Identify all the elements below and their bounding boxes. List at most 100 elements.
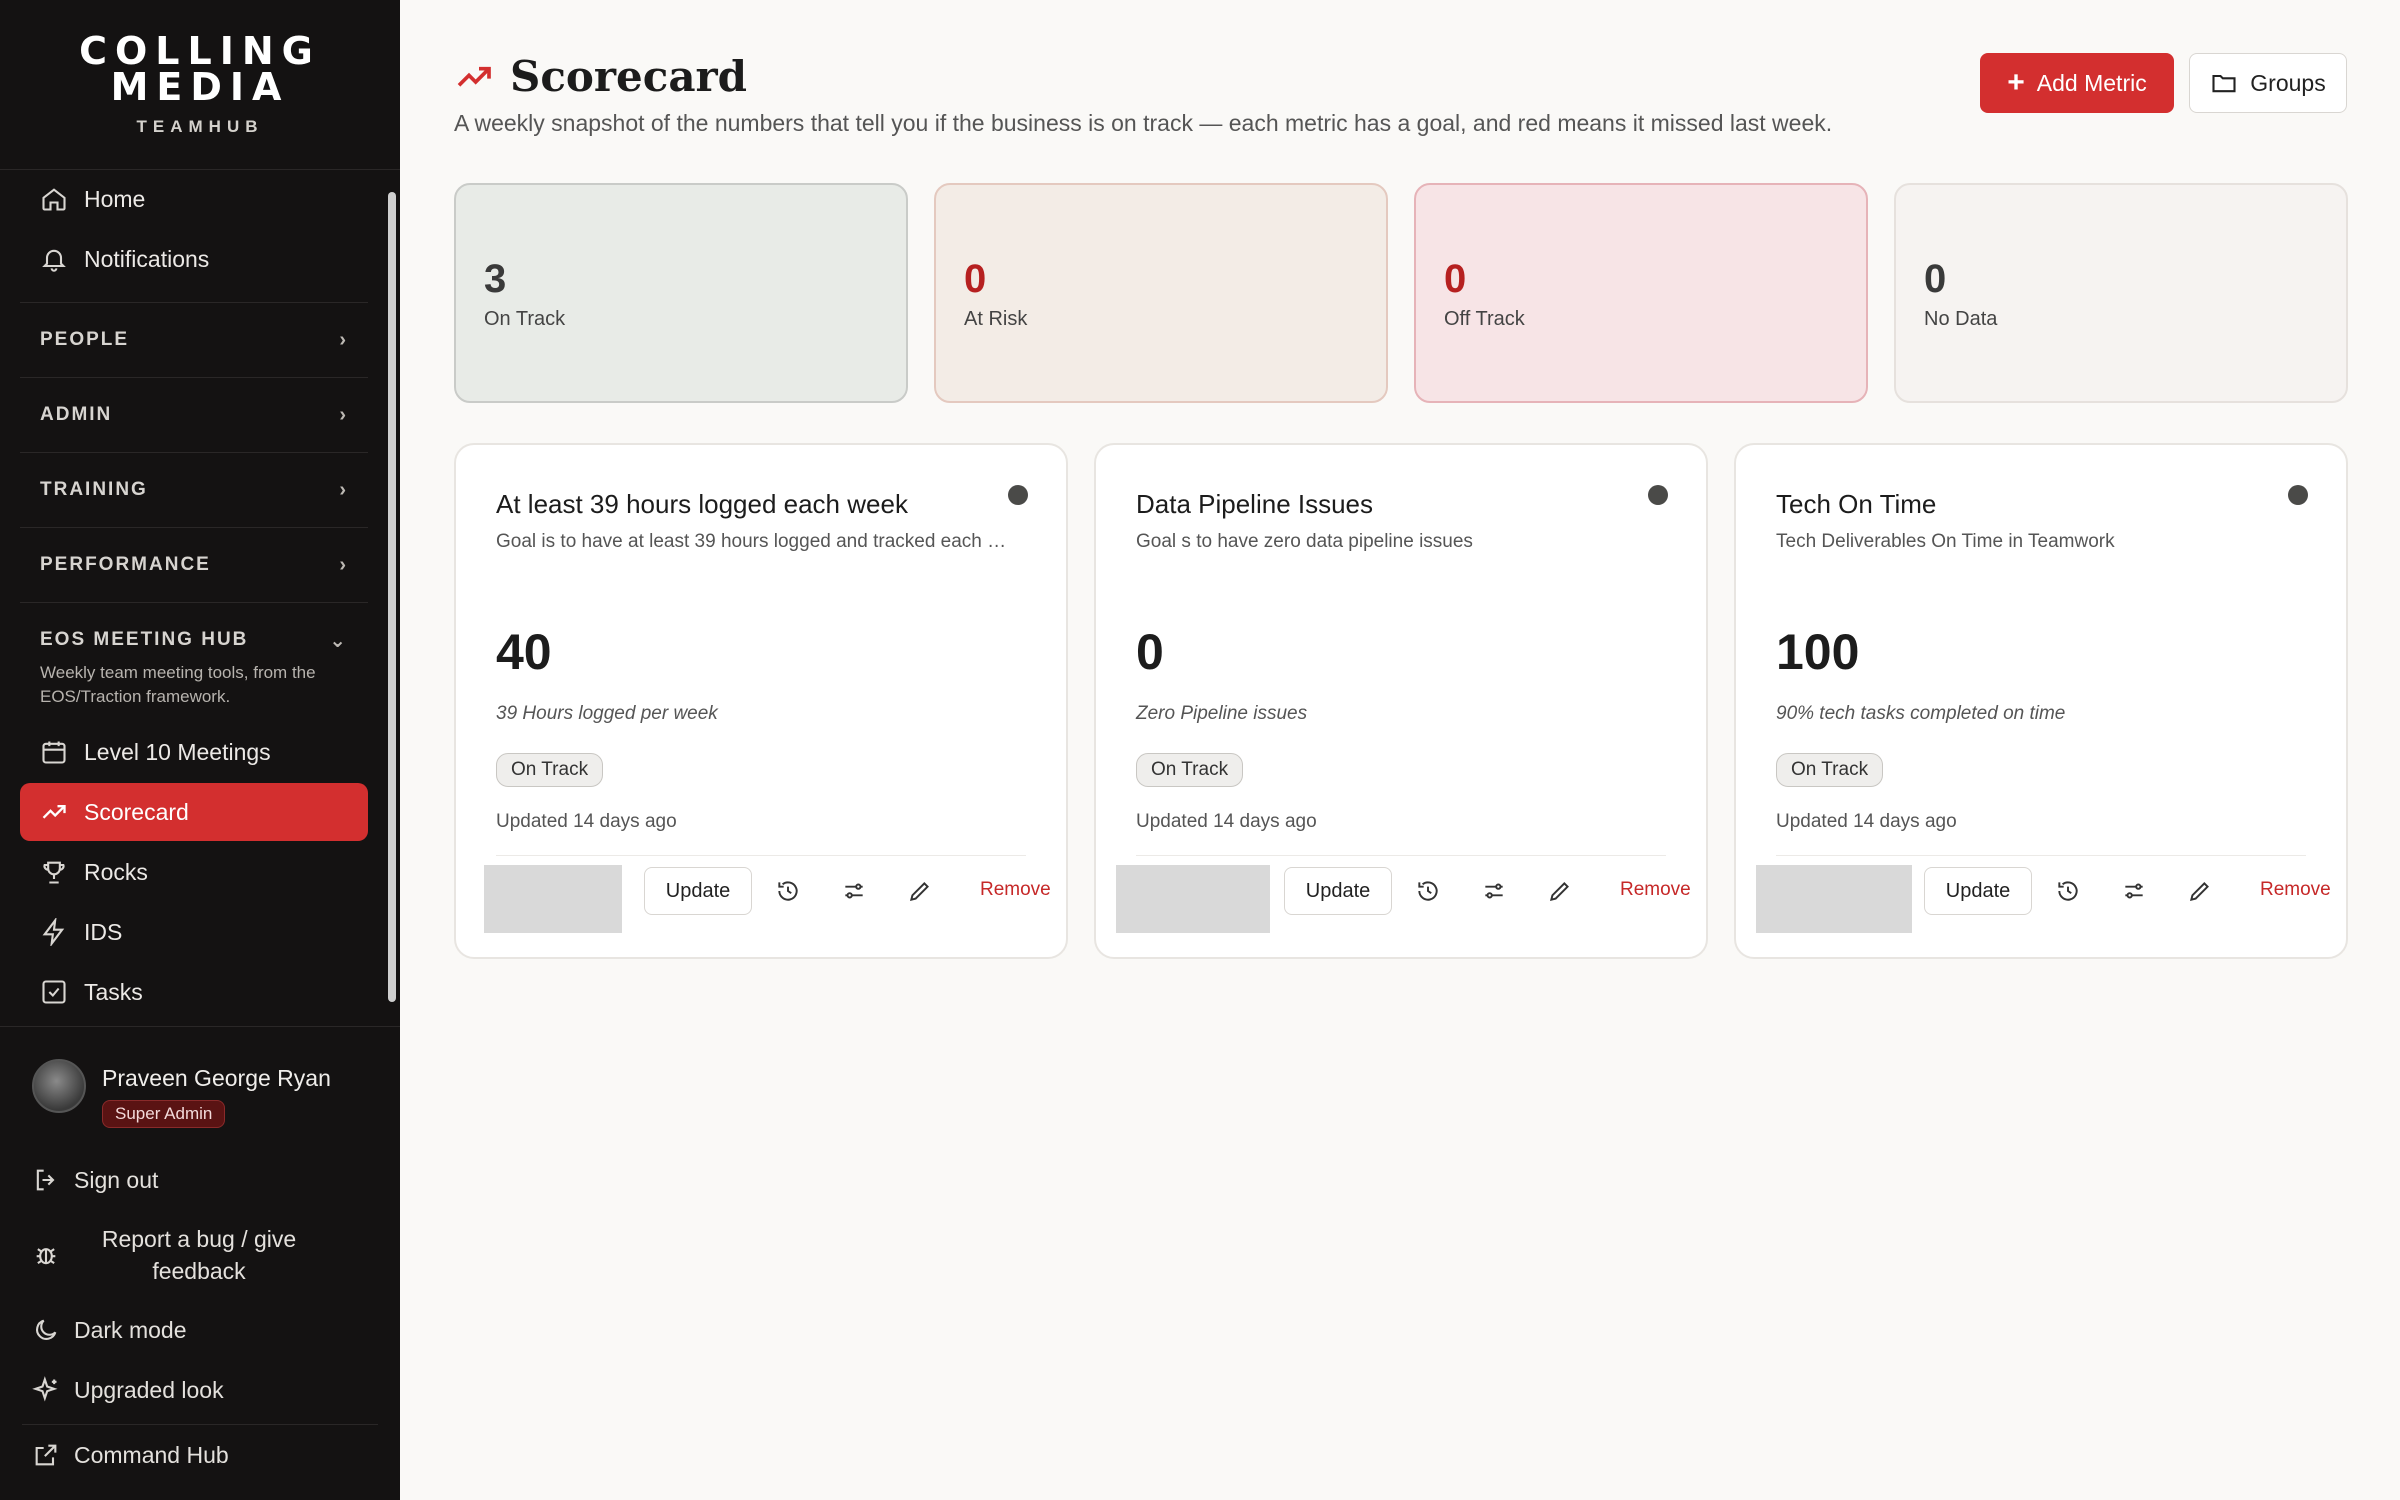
stat-card-no-data[interactable]: 0 No Data xyxy=(1894,183,2348,403)
section-label: ADMIN xyxy=(40,404,113,425)
sidebar-nav: Home Notifications PEOPLE › ADMIN › TRAI… xyxy=(20,170,368,1023)
history-icon[interactable] xyxy=(774,877,802,905)
metric-goal: Zero Pipeline issues xyxy=(1136,703,1308,724)
remove-button[interactable]: Remove xyxy=(980,879,1051,901)
status-dot xyxy=(2288,485,2308,505)
groups-label: Groups xyxy=(2250,69,2326,96)
sidebar-item-notifications[interactable]: Notifications xyxy=(20,230,368,288)
settings-sliders-icon[interactable] xyxy=(2120,877,2148,905)
trend-up-icon xyxy=(454,57,494,97)
stat-label: At Risk xyxy=(964,308,1028,330)
command-hub-link[interactable]: Command Hub xyxy=(0,1425,400,1485)
edit-pencil-icon[interactable] xyxy=(906,877,934,905)
footer-item-label: Report a bug / give feedback xyxy=(101,1226,297,1284)
status-dot xyxy=(1008,485,1028,505)
metric-card: At least 39 hours logged each week Goal … xyxy=(454,443,1068,959)
update-button[interactable]: Update xyxy=(644,867,752,915)
sidebar-item-rocks[interactable]: Rocks xyxy=(20,843,368,901)
chevron-right-icon: › xyxy=(339,478,348,501)
settings-sliders-icon[interactable] xyxy=(840,877,868,905)
sidebar-section-training[interactable]: TRAINING › xyxy=(20,452,368,527)
logo-subtitle: TEAMHUB xyxy=(136,116,264,136)
section-label: PEOPLE xyxy=(40,329,130,350)
metric-updated: Updated 14 days ago xyxy=(1776,811,1957,832)
status-dot xyxy=(1648,485,1668,505)
metric-title: Tech On Time xyxy=(1776,489,1937,519)
stat-card-off-track[interactable]: 0 Off Track xyxy=(1414,183,1868,403)
stat-label: No Data xyxy=(1924,308,1998,330)
stat-value: 3 xyxy=(484,257,507,301)
metric-value: 100 xyxy=(1776,624,1860,680)
sidebar-item-label: Scorecard xyxy=(84,798,189,825)
sign-out-button[interactable]: Sign out xyxy=(0,1150,400,1210)
sparkline-placeholder xyxy=(484,865,622,933)
sidebar-item-ids[interactable]: IDS xyxy=(20,903,368,961)
sparkle-icon xyxy=(32,1376,60,1404)
sidebar-item-home[interactable]: Home xyxy=(20,170,368,228)
user-name: Praveen George Ryan xyxy=(102,1065,331,1091)
footer-item-label: Upgraded look xyxy=(74,1376,224,1403)
metric-description: Tech Deliverables On Time in Teamwork xyxy=(1776,531,2115,552)
divider xyxy=(1136,855,1666,856)
user-area: Praveen George Ryan Super Admin Sign out… xyxy=(0,1026,400,1485)
status-badge: On Track xyxy=(1136,753,1244,787)
user-profile[interactable]: Praveen George Ryan Super Admin xyxy=(0,1027,400,1128)
footer-item-label: Dark mode xyxy=(74,1316,187,1343)
avatar xyxy=(32,1059,86,1113)
stat-value: 0 xyxy=(964,257,987,301)
history-icon[interactable] xyxy=(1414,877,1442,905)
main-content: Scorecard A weekly snapshot of the numbe… xyxy=(400,0,2400,1500)
section-description: Weekly team meeting tools, from the EOS/… xyxy=(40,663,316,706)
edit-pencil-icon[interactable] xyxy=(1546,877,1574,905)
chevron-down-icon: ⌄ xyxy=(329,629,348,652)
chevron-right-icon: › xyxy=(339,328,348,351)
brand-logo[interactable]: COLLING MEDIA TEAMHUB xyxy=(0,0,400,170)
calendar-icon xyxy=(40,738,68,766)
metric-title: Data Pipeline Issues xyxy=(1136,489,1374,519)
remove-button[interactable]: Remove xyxy=(2260,879,2331,901)
divider xyxy=(496,855,1026,856)
stat-card-on-track[interactable]: 3 On Track xyxy=(454,183,908,403)
metric-goal: 39 Hours logged per week xyxy=(496,703,718,724)
update-button[interactable]: Update xyxy=(1284,867,1392,915)
metric-goal: 90% tech tasks completed on time xyxy=(1776,703,2066,724)
sidebar-item-tasks[interactable]: Tasks xyxy=(20,963,368,1021)
stat-card-at-risk[interactable]: 0 At Risk xyxy=(934,183,1388,403)
sidebar-section-admin[interactable]: ADMIN › xyxy=(20,377,368,452)
groups-button[interactable]: Groups xyxy=(2189,53,2347,113)
sidebar: COLLING MEDIA TEAMHUB Home Notifications… xyxy=(0,0,400,1500)
stat-label: Off Track xyxy=(1444,308,1525,330)
section-label: EOS MEETING HUB xyxy=(40,629,249,650)
sidebar-section-people[interactable]: PEOPLE › xyxy=(20,302,368,377)
metric-card: Data Pipeline Issues Goal s to have zero… xyxy=(1094,443,1708,959)
role-badge: Super Admin xyxy=(102,1100,226,1128)
update-button[interactable]: Update xyxy=(1924,867,2032,915)
edit-pencil-icon[interactable] xyxy=(2186,877,2214,905)
report-bug-button[interactable]: Report a bug / give feedback xyxy=(0,1210,400,1300)
sidebar-item-label: Level 10 Meetings xyxy=(84,738,271,765)
sidebar-item-level-10-meetings[interactable]: Level 10 Meetings xyxy=(20,723,368,781)
sidebar-scrollbar[interactable] xyxy=(388,192,396,1002)
footer-item-label: Command Hub xyxy=(74,1441,229,1468)
sidebar-item-scorecard[interactable]: Scorecard xyxy=(20,783,368,841)
checkbox-icon xyxy=(40,978,68,1006)
remove-button[interactable]: Remove xyxy=(1620,879,1691,901)
history-icon[interactable] xyxy=(2054,877,2082,905)
section-label: TRAINING xyxy=(40,479,148,500)
dark-mode-toggle[interactable]: Dark mode xyxy=(0,1300,400,1360)
settings-sliders-icon[interactable] xyxy=(1480,877,1508,905)
add-metric-button[interactable]: + Add Metric xyxy=(1980,53,2174,113)
sidebar-item-label: Tasks xyxy=(84,978,143,1005)
stat-value: 0 xyxy=(1924,257,1947,301)
trophy-icon xyxy=(40,858,68,886)
metric-updated: Updated 14 days ago xyxy=(496,811,677,832)
add-metric-label: Add Metric xyxy=(2036,69,2147,96)
sidebar-item-label: Rocks xyxy=(84,858,148,885)
sidebar-section-performance[interactable]: PERFORMANCE › xyxy=(20,527,368,602)
metric-description: Goal is to have at least 39 hours logged… xyxy=(496,531,1016,552)
folder-icon xyxy=(2210,69,2238,97)
sidebar-item-label: Home xyxy=(84,185,146,212)
upgraded-look-toggle[interactable]: Upgraded look xyxy=(0,1360,400,1420)
metric-card: Tech On Time Tech Deliverables On Time i… xyxy=(1734,443,2348,959)
lightning-icon xyxy=(40,918,68,946)
